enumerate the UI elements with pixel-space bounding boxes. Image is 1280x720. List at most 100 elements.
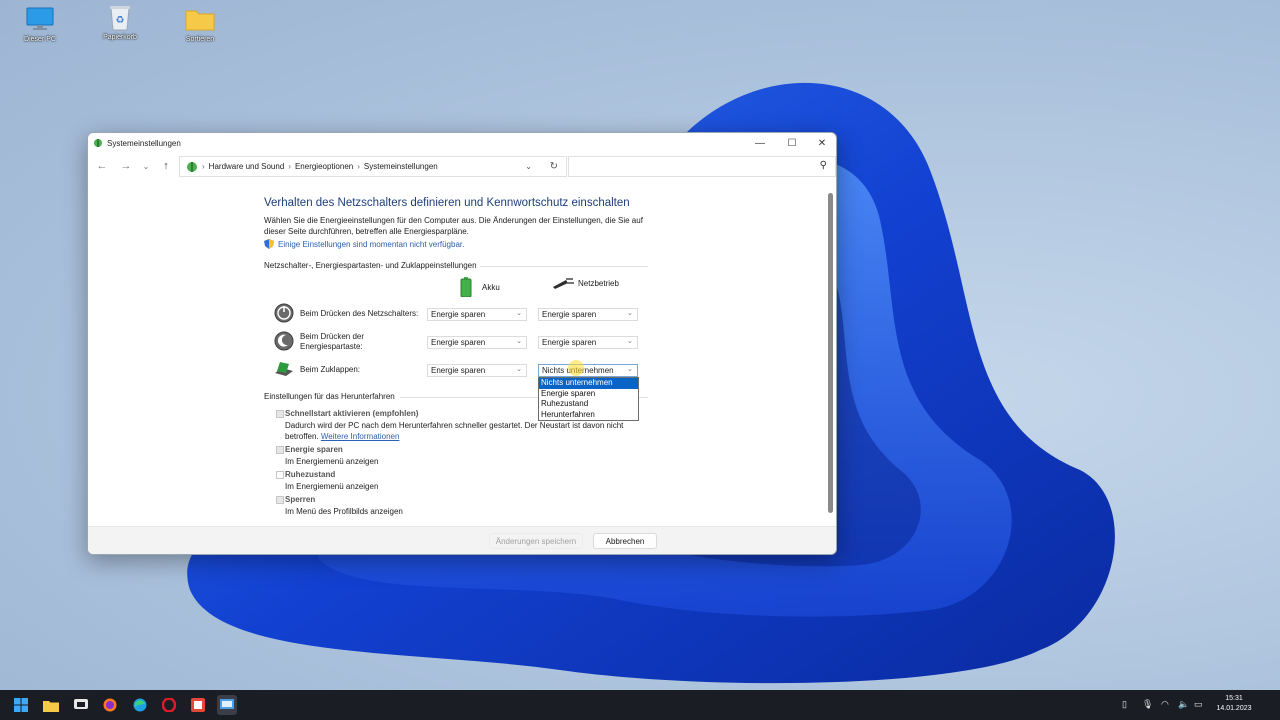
desktop-icon-this-pc[interactable]: Dieser PC (10, 6, 70, 43)
column-label-battery: Akku (482, 282, 500, 292)
chevron-down-icon[interactable]: ⌄ (525, 162, 532, 171)
clock-date: 14.01.2023 (1216, 705, 1252, 712)
control-panel-taskbar-button[interactable] (217, 695, 237, 715)
lock-option-desc: Im Menü des Profilbilds anzeigen (285, 507, 403, 516)
more-info-link[interactable]: Weitere Informationen (321, 432, 400, 441)
breadcrumb-system-settings[interactable]: Systemeinstellungen (364, 162, 438, 171)
footer-bar: Änderungen speichern Abbrechen (88, 526, 836, 554)
title-bar[interactable]: Systemeinstellungen — ☐ ✕ (88, 133, 836, 153)
recent-dropdown-icon[interactable]: ⌄ (137, 157, 155, 175)
video-editor-taskbar-button[interactable] (188, 695, 208, 715)
fast-startup-checkbox[interactable] (276, 410, 284, 418)
edge-icon (133, 698, 147, 712)
folder-icon (43, 700, 59, 712)
desktop-icon-folder[interactable]: Sortieren (170, 6, 230, 43)
close-button[interactable]: ✕ (806, 133, 836, 153)
system-settings-window: Systemeinstellungen — ☐ ✕ ← → ⌄ ↑ › Hard… (87, 132, 837, 555)
lid-close-battery-select[interactable]: Energie sparen ⌄ (427, 364, 527, 377)
search-input[interactable]: ⚲ (568, 156, 836, 177)
back-arrow-icon[interactable]: ← (93, 157, 111, 175)
select-value: Energie sparen (431, 338, 486, 347)
edge-taskbar-button[interactable] (130, 695, 150, 715)
opera-icon (162, 698, 176, 712)
navigation-bar: ← → ⌄ ↑ › Hardware und Sound › Energieop… (88, 153, 836, 179)
cursor-highlight (568, 360, 584, 376)
battery-icon[interactable]: ▭ (1194, 699, 1203, 710)
row-label-sleep-button: Beim Drücken der Energiespartaste: (300, 332, 365, 351)
chat-icon (74, 699, 88, 709)
taskbar: ▯ 🎙 ◠ 🔈 ▭ 15:31 14.01.2023 (0, 690, 1280, 720)
breadcrumb-hardware-sound[interactable]: Hardware und Sound (209, 162, 285, 171)
content-area: Verhalten des Netzschalters definieren u… (88, 181, 836, 526)
file-explorer-taskbar-button[interactable] (41, 695, 61, 715)
dropdown-option[interactable]: Ruhezustand (539, 399, 638, 410)
power-button-icon (274, 303, 294, 323)
chevron-right-icon: › (288, 162, 291, 171)
power-options-icon (187, 161, 197, 172)
dropdown-option[interactable]: Nichts unternehmen (539, 378, 638, 389)
tray-overflow-icon[interactable]: ▯ (1122, 699, 1127, 710)
search-icon[interactable]: ⚲ (820, 160, 827, 171)
vertical-scrollbar[interactable] (828, 193, 833, 513)
firefox-taskbar-button[interactable] (100, 695, 120, 715)
page-title: Verhalten des Netzschalters definieren u… (264, 197, 630, 209)
address-bar[interactable]: › Hardware und Sound › Energieoptionen ›… (179, 156, 567, 177)
taskbar-clock[interactable]: 15:31 14.01.2023 (1212, 694, 1256, 714)
microphone-icon[interactable]: 🎙 (1142, 699, 1153, 710)
chevron-down-icon: ⌄ (516, 338, 522, 345)
refresh-icon[interactable]: ↻ (550, 161, 558, 172)
minimize-button[interactable]: — (744, 133, 776, 153)
start-button[interactable] (11, 695, 31, 715)
sleep-option-desc: Im Energiemenü anzeigen (285, 457, 379, 466)
dropdown-option[interactable]: Energie sparen (539, 389, 638, 400)
fast-startup-title: Schnellstart aktivieren (empfohlen) (285, 409, 419, 418)
lid-close-plugged-select[interactable]: Nichts unternehmen ⌄ (538, 364, 638, 377)
cancel-button[interactable]: Abbrechen (593, 533, 657, 549)
chevron-down-icon: ⌄ (516, 310, 522, 317)
hibernate-option-desc: Im Energiemenü anzeigen (285, 482, 379, 491)
sleep-button-icon (274, 331, 294, 351)
column-label-plugged: Netzbetrieb (578, 278, 619, 288)
svg-text:♻: ♻ (116, 15, 125, 26)
control-panel-icon (220, 699, 234, 709)
section-title-shutdown: Einstellungen für das Herunterfahren (264, 392, 395, 401)
clock-time: 15:31 (1225, 695, 1243, 702)
volume-icon[interactable]: 🔈 (1178, 699, 1189, 710)
save-changes-button[interactable]: Änderungen speichern (489, 533, 583, 549)
dropdown-option[interactable]: Herunterfahren (539, 410, 638, 421)
sleep-button-plugged-select[interactable]: Energie sparen ⌄ (538, 336, 638, 349)
lock-checkbox[interactable] (276, 496, 284, 504)
row-label-lid-close: Beim Zuklappen: (300, 365, 361, 374)
power-plug-icon (553, 278, 574, 289)
select-value: Energie sparen (431, 366, 486, 375)
section-divider (480, 266, 648, 267)
desktop-icon-label: Papierkorb (103, 34, 137, 41)
windows-logo-icon (14, 698, 28, 712)
forward-arrow-icon[interactable]: → (117, 157, 135, 175)
chevron-down-icon: ⌄ (627, 366, 633, 373)
lid-close-dropdown-list[interactable]: Nichts unternehmen Energie sparen Ruhezu… (538, 377, 639, 421)
opera-taskbar-button[interactable] (159, 695, 179, 715)
power-button-plugged-select[interactable]: Energie sparen ⌄ (538, 308, 638, 321)
task-view-taskbar-button[interactable] (71, 695, 91, 715)
sleep-option-title: Energie sparen (285, 445, 343, 454)
chevron-down-icon: ⌄ (516, 366, 522, 373)
breadcrumb-power-options[interactable]: Energieoptionen (295, 162, 353, 171)
shield-icon (264, 239, 274, 249)
hibernate-checkbox[interactable] (276, 471, 284, 479)
up-arrow-icon[interactable]: ↑ (157, 157, 175, 175)
unavailable-settings-link[interactable]: Einige Einstellungen sind momentan nicht… (264, 239, 464, 249)
desktop-icon-recycle-bin[interactable]: ♻ Papierkorb (90, 4, 150, 41)
column-header-battery: Akku (460, 277, 500, 297)
unavailable-settings-text: Einige Einstellungen sind momentan nicht… (278, 239, 465, 249)
power-button-battery-select[interactable]: Energie sparen ⌄ (427, 308, 527, 321)
select-value: Energie sparen (542, 338, 597, 347)
sleep-button-battery-select[interactable]: Energie sparen ⌄ (427, 336, 527, 349)
wifi-icon[interactable]: ◠ (1161, 699, 1169, 710)
laptop-lid-icon (275, 362, 293, 376)
sleep-checkbox[interactable] (276, 446, 284, 454)
recycle-bin-icon: ♻ (105, 4, 135, 31)
battery-icon (460, 277, 472, 297)
maximize-button[interactable]: ☐ (776, 133, 808, 153)
desktop-icon-label: Sortieren (185, 36, 215, 43)
